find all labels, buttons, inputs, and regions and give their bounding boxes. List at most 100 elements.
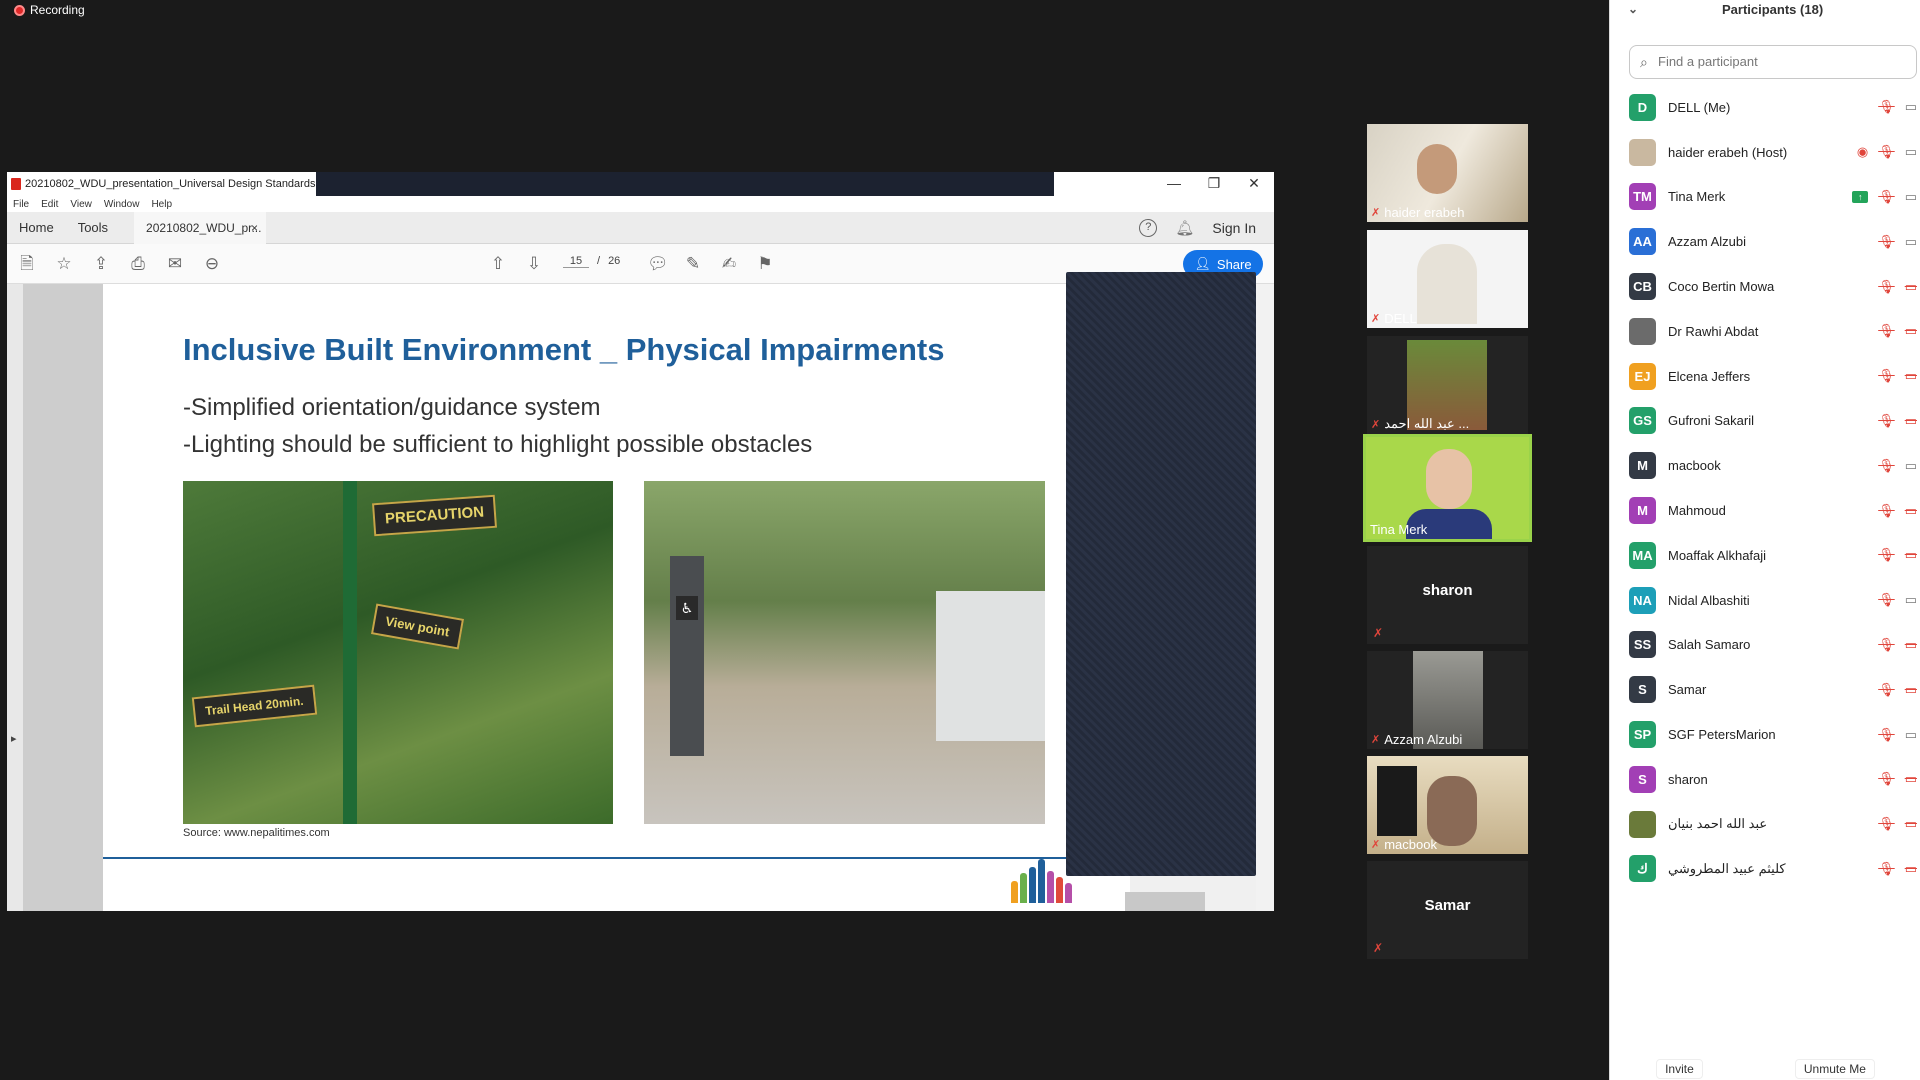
menu-view[interactable]: View <box>70 199 92 210</box>
camera-icon: ▭ <box>1904 457 1917 473</box>
panel-footer: Invite Unmute Me <box>1610 1058 1920 1080</box>
zoom-search-icon[interactable]: ⊖ <box>202 254 222 274</box>
participant-status-icons: 🎙︎ ▭ <box>1878 637 1917 653</box>
trailhead-sign: Trail Head 20min. <box>191 684 317 728</box>
camera-off-icon: ▭ <box>1904 771 1917 787</box>
mic-muted-icon: 🎙︎ <box>1878 502 1895 518</box>
participant-row[interactable]: EJ Elcena Jeffers 🎙︎ ▭ <box>1610 354 1920 399</box>
participant-row[interactable]: MA Moaffak Alkhafaji 🎙︎ ▭ <box>1610 533 1920 578</box>
tab-tools[interactable]: Tools <box>66 212 120 244</box>
unmute-me-button[interactable]: Unmute Me <box>1794 1059 1875 1079</box>
page-up-icon[interactable]: ⇧ <box>488 254 508 274</box>
email-icon[interactable]: ✉ <box>165 254 185 274</box>
share-label: Share <box>1216 256 1252 272</box>
help-icon[interactable]: ? <box>1139 219 1158 237</box>
search-placeholder: Find a participant <box>1658 54 1758 69</box>
participant-row[interactable]: AA Azzam Alzubi 🎙︎ ▭ <box>1610 219 1920 264</box>
page-current-input[interactable]: 15 <box>563 255 589 268</box>
participant-row[interactable]: TM Tina Merk ↑ 🎙︎ ▭ <box>1610 175 1920 220</box>
participant-row[interactable]: Mmacbook 🎙︎ ▭ <box>1610 443 1920 488</box>
participant-row[interactable]: Dr Rawhi Abdat 🎙︎ ▭ <box>1610 309 1920 354</box>
menu-help[interactable]: Help <box>151 199 172 210</box>
video-tile[interactable]: ✗ عبد الله احمد ... <box>1367 336 1528 434</box>
participant-search-input[interactable]: ⌕ Find a participant <box>1629 45 1917 79</box>
participant-avatar: TM <box>1629 183 1656 211</box>
participant-status-icons: 🎙︎ ▭ <box>1878 413 1917 429</box>
comment-icon[interactable]: 💬︎ <box>647 254 669 274</box>
sign-in-button[interactable]: Sign In <box>1212 220 1256 236</box>
participant-row[interactable]: عبد الله احمد بنيان 🎙︎ ▭ <box>1610 802 1920 847</box>
video-tile[interactable]: ✗ macbook <box>1367 756 1528 854</box>
camera-icon: ▭ <box>1904 233 1917 249</box>
camera-off-icon: ▭ <box>1904 278 1917 294</box>
pen-icon[interactable]: ✎ <box>683 254 703 274</box>
participant-avatar: NA <box>1629 586 1656 614</box>
print-icon[interactable]: ⎙ <box>128 254 148 274</box>
recording-icon: ◉ <box>1856 144 1869 160</box>
sign-icon[interactable]: ✍︎ <box>719 254 739 274</box>
tag-icon[interactable]: ⚑ <box>755 254 775 274</box>
mic-muted-icon: ✗ <box>1371 418 1381 431</box>
star-icon[interactable]: ☆ <box>54 254 74 274</box>
participant-name: Tina Merk <box>1668 189 1726 205</box>
participant-name: Moaffak Alkhafaji <box>1668 547 1767 563</box>
expand-panel-icon[interactable]: ▸ <box>11 732 17 745</box>
participant-row[interactable]: SS Salah Samaro 🎙︎ ▭ <box>1610 623 1920 668</box>
close-icon[interactable]: ✕ <box>1234 172 1274 196</box>
participant-avatar: CB <box>1629 273 1656 301</box>
vertical-scrollbar[interactable] <box>1256 284 1274 911</box>
mic-muted-icon: 🎙︎ <box>1878 368 1895 384</box>
menu-window[interactable]: Window <box>104 199 140 210</box>
participant-row[interactable]: SP SGF PetersMarion 🎙︎ ▭ <box>1610 712 1920 757</box>
participant-row[interactable]: haider erabeh (Host) ◉ 🎙︎ ▭ <box>1610 130 1920 175</box>
mic-muted-icon: 🎙︎ <box>1878 681 1895 697</box>
tab-home[interactable]: Home <box>7 212 66 244</box>
camera-off-icon: ▭ <box>1904 412 1917 428</box>
participant-row[interactable]: Ssharon 🎙︎ ▭ <box>1610 757 1920 802</box>
mic-muted-icon: 🎙︎ <box>1878 547 1895 563</box>
tab-close-icon[interactable]: × <box>251 212 258 244</box>
mic-muted-icon: 🎙︎ <box>1878 412 1895 428</box>
video-tile[interactable]: Samar ✗ <box>1367 861 1528 959</box>
page-down-icon[interactable]: ⇩ <box>524 254 544 274</box>
participant-name: Salah Samaro <box>1668 637 1751 653</box>
participant-row[interactable]: D DELL (Me) 🎙︎ ▭ <box>1610 85 1920 130</box>
video-tile[interactable]: sharon ✗ <box>1367 546 1528 644</box>
tab-document[interactable]: 20210802_WDU_pr... × <box>134 211 267 244</box>
tabbar-right: ? 🔔︎ Sign In <box>1139 212 1256 244</box>
participant-row[interactable]: ك كليثم عبيد المطروشي 🎙︎ ▭ <box>1610 847 1920 892</box>
camera-icon: ▭ <box>1904 592 1917 608</box>
participant-name: Dr Rawhi Abdat <box>1668 323 1759 339</box>
video-tile[interactable]: ✗ haider erabeh <box>1367 124 1528 222</box>
recording-indicator[interactable]: Recording <box>14 2 85 18</box>
upload-icon[interactable]: ⇪ <box>91 254 111 274</box>
participant-status-icons: 🎙︎ ▭ <box>1878 458 1917 474</box>
menu-edit[interactable]: Edit <box>41 199 58 210</box>
participant-row[interactable]: NA Nidal Albashiti 🎙︎ ▭ <box>1610 578 1920 623</box>
video-tile-active[interactable]: Tina Merk <box>1363 434 1532 542</box>
participant-status-icons: 🎙︎ ▭ <box>1878 861 1917 877</box>
invite-button[interactable]: Invite <box>1656 1059 1703 1079</box>
window-title: 20210802_WDU_presentation_Universal Desi… <box>25 178 357 190</box>
participant-row[interactable]: M Mahmoud 🎙︎ ▭ <box>1610 488 1920 533</box>
camera-off-icon: ▭ <box>1904 368 1917 384</box>
participant-row[interactable]: S Samar 🎙︎ ▭ <box>1610 667 1920 712</box>
participant-name: Gufroni Sakaril <box>1668 413 1754 429</box>
mic-muted-icon: 🎙︎ <box>1878 592 1895 608</box>
participant-avatar: ك <box>1629 855 1656 883</box>
bell-icon[interactable]: 🔔︎ <box>1175 219 1194 237</box>
slide-bullet: -Lighting should be sufficient to highli… <box>183 431 813 458</box>
mic-muted-icon: 🎙︎ <box>1878 188 1895 204</box>
video-tile[interactable]: ✗ Azzam Alzubi <box>1367 651 1528 749</box>
collapse-chevron-icon[interactable]: ⌄ <box>1628 2 1638 16</box>
video-tile[interactable]: ✗ DELL <box>1367 230 1528 328</box>
recording-label: Recording <box>30 3 85 17</box>
minimize-icon[interactable]: — <box>1154 172 1194 196</box>
save-icon[interactable]: 🗎︎ <box>17 254 37 274</box>
participant-row[interactable]: GS Gufroni Sakaril 🎙︎ ▭ <box>1610 399 1920 444</box>
participant-row[interactable]: CB Coco Bertin Mowa 🎙︎ ▭ <box>1610 264 1920 309</box>
participant-status-icons: 🎙︎ ▭ <box>1878 682 1917 698</box>
camera-icon: ▭ <box>1904 188 1917 204</box>
menu-file[interactable]: File <box>13 199 29 210</box>
restore-icon[interactable]: ❐ <box>1194 172 1234 196</box>
